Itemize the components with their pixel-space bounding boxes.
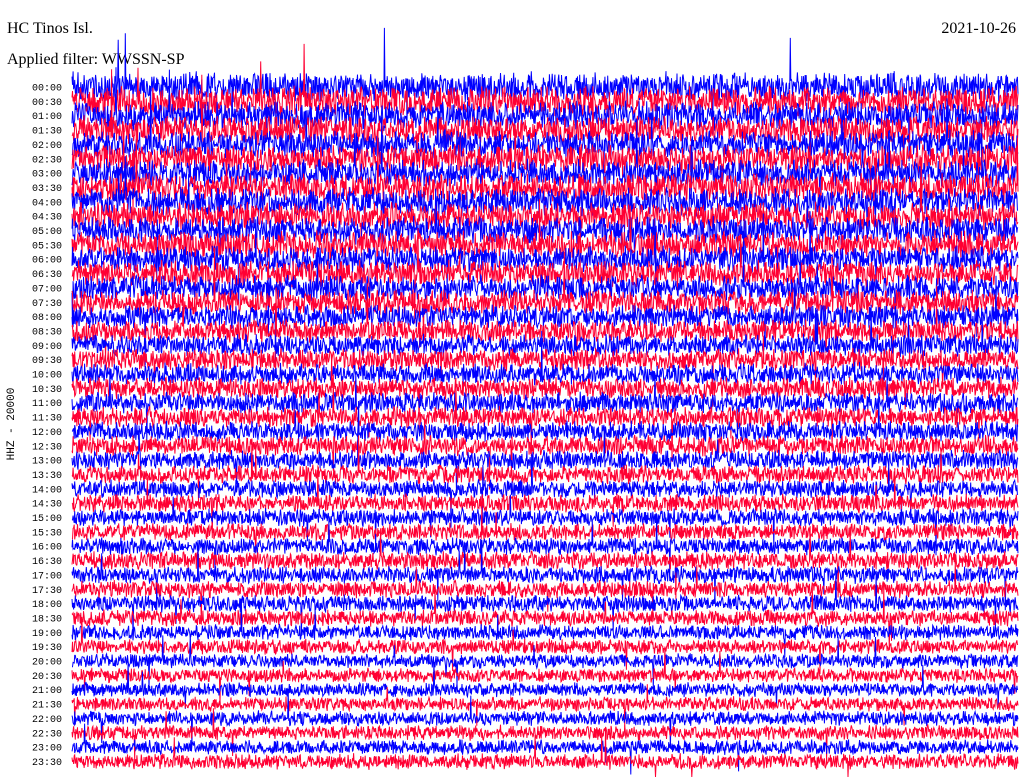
time-tick-label: 07:00 (32, 284, 62, 295)
time-tick-label: 04:00 (32, 198, 62, 209)
time-tick-label: 01:30 (32, 127, 62, 138)
time-tick-label: 10:00 (32, 371, 62, 382)
time-tick-label: 23:30 (32, 758, 62, 769)
time-tick-label: 05:00 (32, 227, 62, 238)
time-tick-label: 12:00 (32, 428, 62, 439)
time-tick-label: 13:00 (32, 457, 62, 468)
time-tick-label: 22:30 (32, 729, 62, 740)
time-tick-label: 17:30 (32, 586, 62, 597)
time-tick-label: 08:30 (32, 327, 62, 338)
time-tick-label: 18:30 (32, 614, 62, 625)
time-tick-label: 06:30 (32, 270, 62, 281)
time-tick-label: 07:30 (32, 299, 62, 310)
time-tick-label: 14:00 (32, 485, 62, 496)
time-tick-label: 21:30 (32, 701, 62, 712)
time-tick-label: 22:00 (32, 715, 62, 726)
time-tick-label: 15:30 (32, 528, 62, 539)
tick-label-group: 00:00 00:30 01:00 01:30 02:00 02:30 03:00 03:30… (32, 84, 62, 769)
time-tick-label: 20:30 (32, 672, 62, 683)
time-tick-label: 11:30 (32, 414, 62, 425)
time-tick-label: 09:30 (32, 356, 62, 367)
time-tick-label: 17:00 (32, 571, 62, 582)
time-tick-label: 16:00 (32, 543, 62, 554)
time-tick-label: 06:00 (32, 256, 62, 267)
time-tick-label: 13:30 (32, 471, 62, 482)
time-tick-label: 02:00 (32, 141, 62, 152)
time-tick-label: 00:00 (32, 84, 62, 95)
time-tick-label: 14:30 (32, 500, 62, 511)
time-tick-label: 12:30 (32, 442, 62, 453)
time-tick-label: 21:00 (32, 686, 62, 697)
time-tick-label: 02:30 (32, 155, 62, 166)
trace-group (71, 27, 1019, 778)
time-tick-label: 11:00 (32, 399, 62, 410)
time-tick-label: 23:00 (32, 744, 62, 755)
time-tick-label: 01:00 (32, 112, 62, 123)
time-tick-label: 18:00 (32, 600, 62, 611)
time-tick-label: 04:30 (32, 213, 62, 224)
time-tick-label: 20:00 (32, 658, 62, 669)
time-tick-label: 05:30 (32, 241, 62, 252)
time-tick-label: 03:30 (32, 184, 62, 195)
helicorder-plot: 00:00 00:30 01:00 01:30 02:00 02:30 03:00 03:30… (32, 27, 1019, 778)
time-tick-label: 15:00 (32, 514, 62, 525)
time-tick-label: 03:00 (32, 170, 62, 181)
time-tick-label: 08:00 (32, 313, 62, 324)
time-tick-label: 19:00 (32, 629, 62, 640)
time-tick-label: 00:30 (32, 98, 62, 109)
time-tick-label: 10:30 (32, 385, 62, 396)
time-tick-label: 09:00 (32, 342, 62, 353)
time-tick-label: 16:30 (32, 557, 62, 568)
time-tick-label: 19:30 (32, 643, 62, 654)
